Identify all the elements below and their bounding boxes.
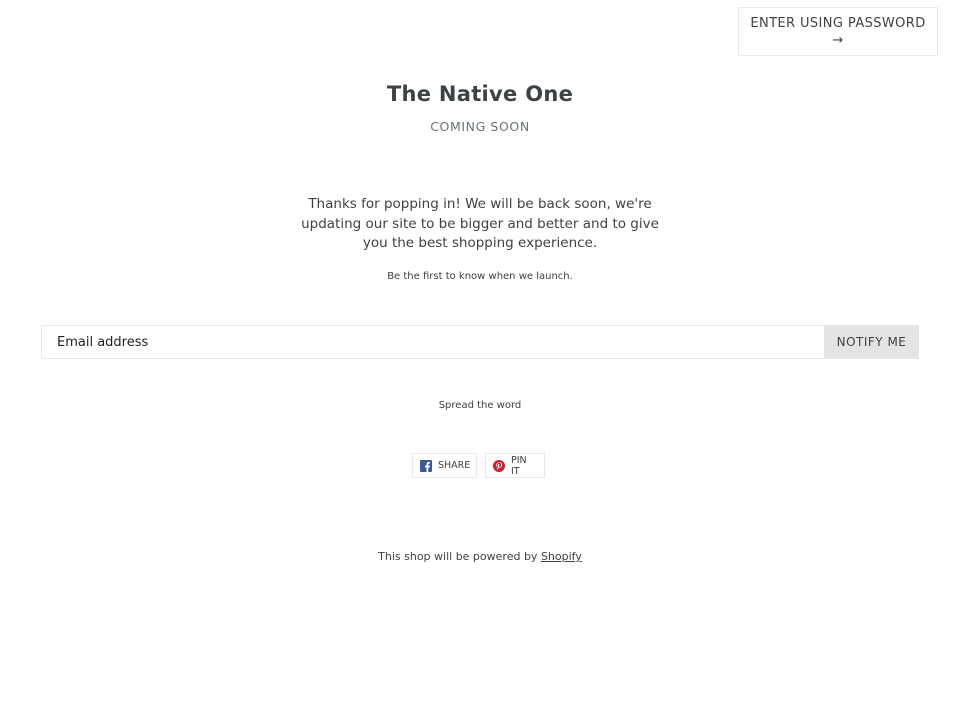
facebook-share-label: Share <box>438 460 471 471</box>
arrow-right-icon: → <box>832 33 844 48</box>
newsletter-form: Notify me <box>41 325 919 359</box>
password-page: Enter using password → The Native One Co… <box>0 0 960 720</box>
pinterest-pin-button[interactable]: Pin it <box>485 453 545 478</box>
notify-me-button[interactable]: Notify me <box>824 325 919 359</box>
spread-the-word-heading: Spread the word <box>438 400 522 411</box>
pinterest-pin-label: Pin it <box>511 454 527 477</box>
launch-note: Be the first to know when we launch. <box>387 271 573 282</box>
facebook-share-button[interactable]: Share <box>412 453 477 478</box>
powered-by-footer: This shop will be powered by Shopify <box>0 550 960 563</box>
enter-password-button[interactable]: Enter using password → <box>738 7 938 56</box>
powered-by-text: This shop will be powered by <box>378 550 538 563</box>
email-input[interactable] <box>41 325 824 359</box>
social-share-buttons: Share Pin it <box>412 453 545 478</box>
welcome-message: Thanks for popping in! We will be back s… <box>301 196 659 251</box>
enter-password-label: Enter using password <box>750 16 926 31</box>
pinterest-icon <box>493 459 505 472</box>
store-title: The Native One <box>386 82 574 106</box>
facebook-icon <box>420 459 432 472</box>
shopify-link[interactable]: Shopify <box>541 550 582 563</box>
coming-soon-label: Coming Soon <box>430 119 530 134</box>
